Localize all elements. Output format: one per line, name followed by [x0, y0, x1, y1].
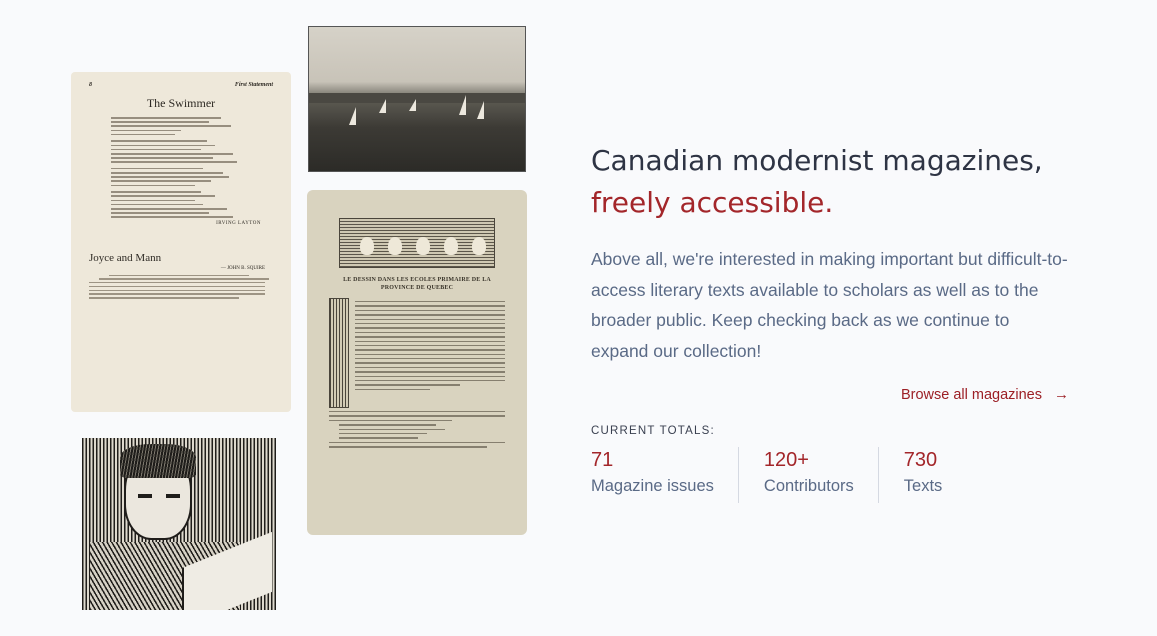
sailboat: [409, 99, 416, 111]
browse-all-magazines-link[interactable]: Browse all magazines →: [591, 386, 1069, 403]
portrait-eye: [166, 494, 180, 498]
stat-label: Contributors: [763, 477, 854, 495]
photo-shoreline: [309, 93, 525, 103]
headline-text: Canadian modernist magazines,: [591, 144, 1043, 177]
hero-content: Canadian modernist magazines, freely acc…: [591, 140, 1091, 503]
goose: [444, 237, 458, 255]
essay-title: Joyce and Mann: [89, 251, 162, 264]
headline-accent: freely accessible.: [591, 186, 834, 219]
goose: [388, 237, 402, 255]
portrait-eye: [138, 494, 152, 498]
sailboat: [459, 95, 466, 115]
stat-value: 120+: [763, 449, 809, 471]
arrow-right-icon: →: [1054, 386, 1069, 403]
stat-label: Magazine issues: [591, 477, 714, 495]
article-title: LE DESSIN DANS LES ECOLES PRIMAIRE DE LA…: [343, 277, 491, 291]
sailboats-photo: [308, 26, 526, 172]
poem-author: IRVING LAYTON: [216, 220, 261, 226]
poem-text-lines: [89, 117, 273, 218]
article-columns: [329, 298, 505, 408]
sailboat: [477, 101, 484, 119]
current-totals-label: CURRENT TOTALS:: [591, 425, 715, 437]
sailboat: [349, 107, 356, 125]
stat-magazine-issues: 71 Magazine issues: [591, 447, 739, 503]
portrait-hair: [120, 444, 196, 478]
magazine-page-french: LE DESSIN DANS LES ECOLES PRIMAIRE DE LA…: [307, 190, 527, 535]
image-collage: 8 First Statement The Swimmer IRVING LAY…: [0, 0, 560, 636]
stat-texts: 730 Texts: [879, 447, 967, 503]
decorative-initial-figure: [329, 298, 349, 408]
stat-value: 71: [591, 449, 614, 471]
page-header: 8 First Statement: [89, 82, 273, 88]
sailboat: [379, 99, 386, 113]
article-text-lines: [355, 298, 505, 408]
magazine-page-the-swimmer: 8 First Statement The Swimmer IRVING LAY…: [71, 72, 291, 412]
stat-contributors: 120+ Contributors: [739, 447, 879, 503]
geese-engraving: [339, 218, 495, 268]
totals-stats: 71 Magazine issues 120+ Contributors 730…: [591, 447, 1091, 503]
stat-label: Texts: [903, 477, 943, 495]
goose: [416, 237, 430, 255]
poem-title: The Swimmer: [146, 96, 216, 110]
stat-value: 730: [903, 449, 938, 471]
page-number: 8: [89, 82, 92, 88]
woodcut-portrait: [82, 438, 276, 610]
goose: [360, 237, 374, 255]
running-head: First Statement: [234, 82, 273, 88]
essay-text-lines: [89, 274, 273, 299]
hero-description: Above all, we're interested in making im…: [591, 249, 1068, 361]
hero-headline: Canadian modernist magazines, freely acc…: [591, 140, 1091, 224]
article-text-lines: [329, 411, 505, 448]
goose: [472, 237, 486, 255]
essay-author: — JOHN B. SQUIRE: [220, 265, 265, 271]
browse-link-label: Browse all magazines: [900, 386, 1042, 403]
